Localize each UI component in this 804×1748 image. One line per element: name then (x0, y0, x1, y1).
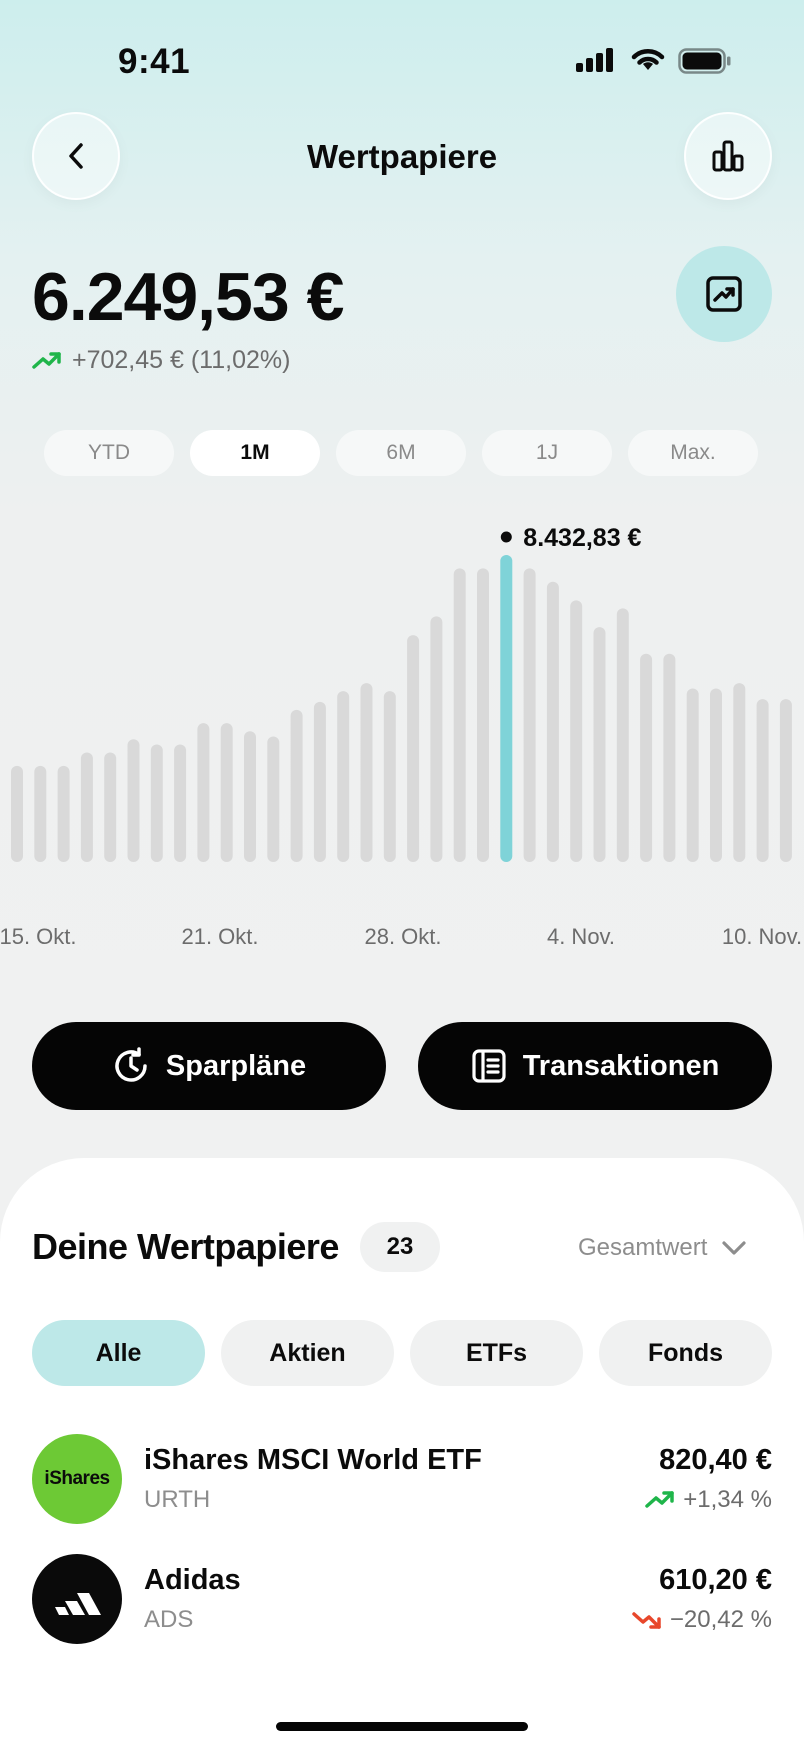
statistics-button[interactable] (684, 112, 772, 200)
holding-performance: +1,34 % (645, 1486, 772, 1514)
transaktionen-button[interactable]: Transaktionen (418, 1022, 772, 1110)
trend-down-icon (632, 1612, 661, 1629)
period-1j[interactable]: 1J (482, 430, 612, 476)
filter-alle[interactable]: Alle (32, 1320, 205, 1386)
chart-bar[interactable] (290, 709, 303, 862)
chart-x-tick-label: 21. Okt. (181, 924, 258, 949)
chart-bar[interactable] (383, 691, 396, 862)
portfolio-change: +702,45 € (11,02%) (32, 346, 290, 375)
holdings-filter-tabs: Alle Aktien ETFs Fonds (32, 1320, 772, 1386)
filter-aktien[interactable]: Aktien (221, 1320, 394, 1386)
holding-performance: −20,42 % (632, 1606, 772, 1634)
chart-bar[interactable] (337, 691, 350, 862)
sort-label: Gesamtwert (578, 1234, 708, 1261)
trend-up-icon (645, 1491, 675, 1508)
chart-bar[interactable] (640, 653, 653, 862)
chart-bar[interactable] (733, 683, 746, 862)
period-selector: YTD 1M 6M 1J Max. (44, 430, 758, 476)
chart-bar[interactable] (267, 736, 280, 862)
filter-etfs[interactable]: ETFs (410, 1320, 583, 1386)
receipt-list-icon (472, 1049, 506, 1083)
chart-bar[interactable] (477, 568, 489, 862)
chart-bar[interactable] (570, 600, 583, 862)
trend-up-icon (32, 351, 61, 369)
adidas-logo-icon (32, 1554, 122, 1644)
clock-refresh-icon (115, 1047, 147, 1082)
chart-bar[interactable] (593, 627, 606, 862)
holdings-count-badge: 23 (360, 1222, 440, 1272)
chart-bar[interactable] (616, 608, 629, 862)
chart-bar[interactable] (220, 723, 233, 862)
cellular-signal-icon (576, 48, 613, 72)
sparplaene-label: Sparpläne (165, 1049, 307, 1082)
period-6m[interactable]: 6M (336, 430, 466, 476)
chart-bar[interactable] (453, 568, 466, 862)
chart-bar[interactable] (546, 581, 559, 862)
home-indicator[interactable] (276, 1722, 528, 1731)
period-max[interactable]: Max. (628, 430, 758, 476)
chart-bar[interactable] (430, 616, 443, 862)
chart-bar[interactable] (197, 723, 210, 862)
ishares-logo: iShares (32, 1434, 122, 1524)
chart-bar[interactable] (11, 765, 23, 862)
holding-name: iShares MSCI World ETF (144, 1444, 482, 1476)
chart-bar[interactable] (57, 765, 70, 862)
status-bar: 9:41 (0, 0, 804, 130)
chart-bar[interactable] (174, 744, 187, 862)
sparplaene-button[interactable]: Sparpläne (32, 1022, 386, 1110)
portfolio-balance: 6.249,53 € (32, 259, 344, 335)
chart-bar[interactable] (407, 635, 420, 862)
holdings-title: Deine Wertpapiere (32, 1226, 339, 1267)
holding-value: 610,20 € (659, 1564, 772, 1596)
trend-chart-icon (706, 276, 742, 312)
chart-bar[interactable] (313, 701, 326, 862)
chart-bar[interactable] (779, 699, 792, 862)
chart-bar-highlighted[interactable] (500, 555, 513, 862)
wifi-icon (631, 49, 665, 70)
portfolio-bar-chart[interactable]: 8.432,83 € 15. Okt. 21. Okt. 28. Okt. 4. Nov… (0, 500, 804, 980)
battery-icon (678, 48, 731, 74)
holding-row-ishares[interactable]: iShares iShares MSCI World ETF URTH 820,… (32, 1434, 772, 1524)
holding-row-adidas[interactable]: Adidas ADS 610,20 € −20,42 % (32, 1554, 772, 1644)
period-1m[interactable]: 1M (190, 430, 320, 476)
chart-x-tick-label: 4. Nov. (547, 924, 615, 949)
chart-highlight-dot (500, 531, 512, 543)
chart-bar[interactable] (360, 683, 373, 862)
chart-bar[interactable] (127, 739, 140, 862)
chart-bar[interactable] (34, 765, 47, 862)
chart-bar[interactable] (710, 688, 722, 862)
chart-bar[interactable] (523, 568, 536, 862)
chart-bar[interactable] (80, 752, 93, 862)
holding-change: +1,34 % (683, 1486, 772, 1513)
chart-bar[interactable] (244, 731, 256, 862)
holding-ticker: ADS (144, 1606, 194, 1633)
period-ytd[interactable]: YTD (44, 430, 174, 476)
chevron-down-icon (722, 1241, 746, 1255)
chart-x-tick-label: 28. Okt. (364, 924, 441, 949)
filter-fonds[interactable]: Fonds (599, 1320, 772, 1386)
chart-bar[interactable] (756, 699, 769, 862)
chart-x-tick-label: 15. Okt. (0, 924, 77, 949)
chart-bar[interactable] (104, 752, 117, 862)
holding-value: 820,40 € (659, 1444, 772, 1476)
portfolio-change-text: +702,45 € (11,02%) (72, 346, 291, 374)
holding-change: −20,42 % (669, 1606, 772, 1633)
chart-highlight-label: 8.432,83 € (523, 524, 641, 552)
chart-x-tick-label: 10. Nov. (722, 924, 802, 949)
holding-name: Adidas (144, 1564, 241, 1596)
chart-bar[interactable] (663, 653, 676, 862)
performance-chart-button[interactable] (676, 246, 772, 342)
sort-dropdown[interactable]: Gesamtwert (578, 1234, 747, 1262)
bar-chart-icon (712, 140, 744, 172)
chart-bar[interactable] (686, 688, 699, 862)
status-time: 9:41 (118, 42, 191, 81)
transaktionen-label: Transaktionen (522, 1049, 720, 1082)
chart-bar[interactable] (150, 744, 163, 862)
holding-ticker: URTH (144, 1486, 211, 1513)
